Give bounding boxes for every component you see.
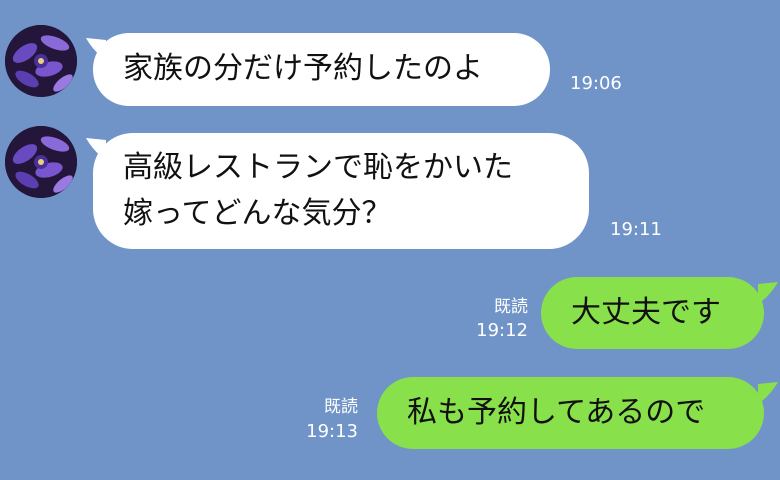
message-time: 19:11 (610, 219, 662, 240)
message-text: 大丈夫です (571, 295, 721, 330)
message-text: 家族の分だけ予約したのよ (123, 51, 483, 86)
message-text: 私も予約してあるので (407, 395, 706, 430)
avatar[interactable] (5, 25, 77, 97)
message-bubble-incoming[interactable]: 高級レストランで恥をかいた 嫁ってどんな気分？ (93, 133, 589, 249)
read-receipt: 既読 (324, 397, 358, 417)
message-time: 19:06 (570, 73, 622, 94)
read-receipt: 既読 (494, 297, 528, 317)
message-time: 19:12 (476, 320, 528, 341)
message-bubble-outgoing[interactable]: 私も予約してあるので (377, 377, 764, 449)
message-time: 19:13 (306, 421, 358, 442)
bubble-tail (758, 282, 778, 304)
message-bubble-incoming[interactable]: 家族の分だけ予約したのよ (93, 33, 550, 106)
avatar[interactable] (5, 126, 77, 198)
flower-icon (5, 25, 77, 97)
message-text-line-2: 嫁ってどんな気分？ (123, 196, 392, 231)
message-bubble-outgoing[interactable]: 大丈夫です (541, 277, 764, 349)
message-text-line-1: 高級レストランで恥をかいた (123, 150, 513, 185)
flower-icon (5, 126, 77, 198)
chat-area: 家族の分だけ予約したのよ 19:06 高級レストランで恥をかいた 嫁ってどんな気… (0, 0, 780, 480)
bubble-tail (758, 382, 778, 404)
